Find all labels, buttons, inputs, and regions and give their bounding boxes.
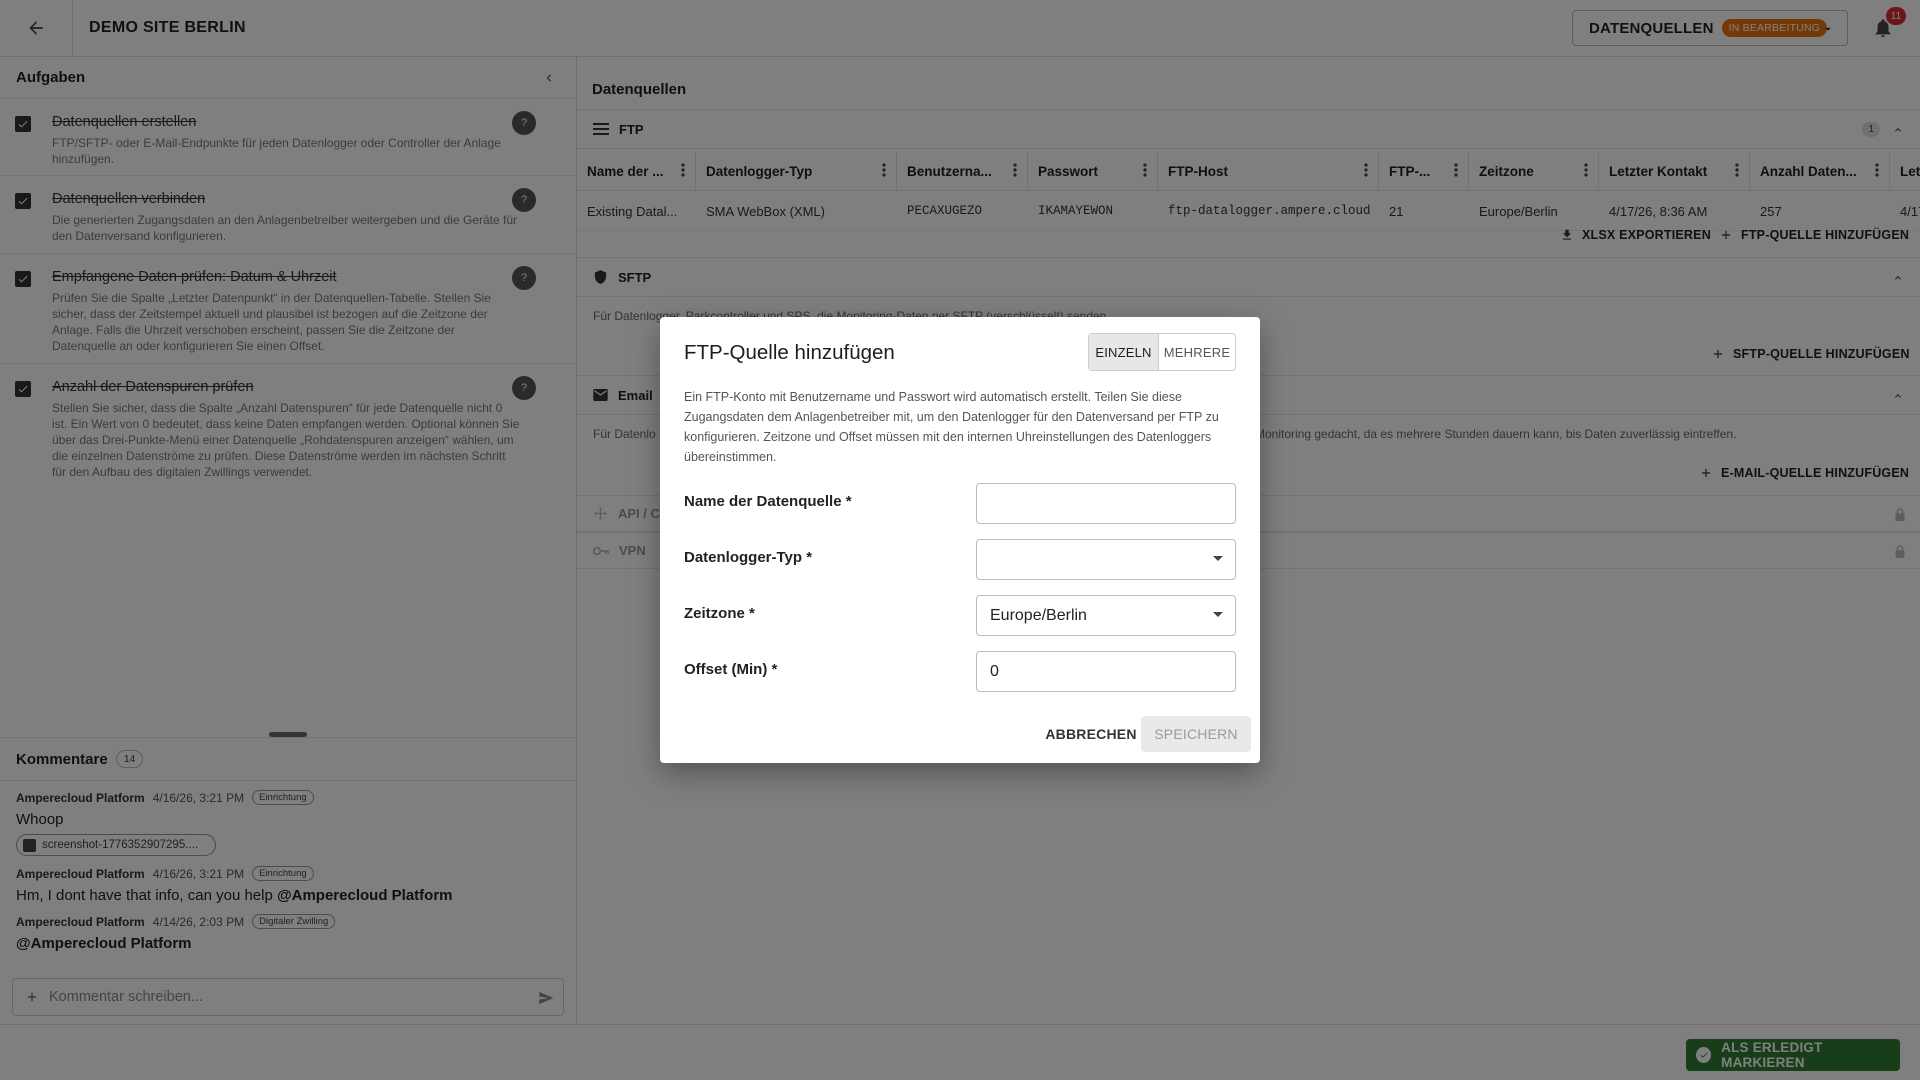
- timezone-label: Zeitzone *: [684, 605, 755, 622]
- caret-down-icon: [1213, 612, 1223, 617]
- name-field[interactable]: [976, 483, 1236, 524]
- timezone-select[interactable]: Europe/Berlin: [976, 595, 1236, 636]
- cancel-button[interactable]: ABBRECHEN: [1038, 716, 1144, 752]
- caret-down-icon: [1213, 556, 1223, 561]
- dialog-title: FTP-Quelle hinzufügen: [684, 341, 895, 364]
- offset-field[interactable]: 0: [976, 651, 1236, 692]
- mode-toggle: EINZELN MEHRERE: [1088, 333, 1236, 371]
- offset-label: Offset (Min) *: [684, 661, 778, 678]
- timezone-value: Europe/Berlin: [990, 606, 1087, 624]
- add-ftp-source-dialog: FTP-Quelle hinzufügen EINZELN MEHRERE Ei…: [660, 317, 1260, 763]
- name-field-label: Name der Datenquelle *: [684, 493, 852, 510]
- logger-type-label: Datenlogger-Typ *: [684, 549, 813, 566]
- dialog-description: Ein FTP-Konto mit Benutzername und Passw…: [684, 390, 1219, 464]
- save-button[interactable]: SPEICHERN: [1141, 716, 1251, 752]
- logger-type-select[interactable]: [976, 539, 1236, 580]
- toggle-multiple[interactable]: MEHRERE: [1159, 334, 1235, 370]
- toggle-single[interactable]: EINZELN: [1089, 334, 1159, 370]
